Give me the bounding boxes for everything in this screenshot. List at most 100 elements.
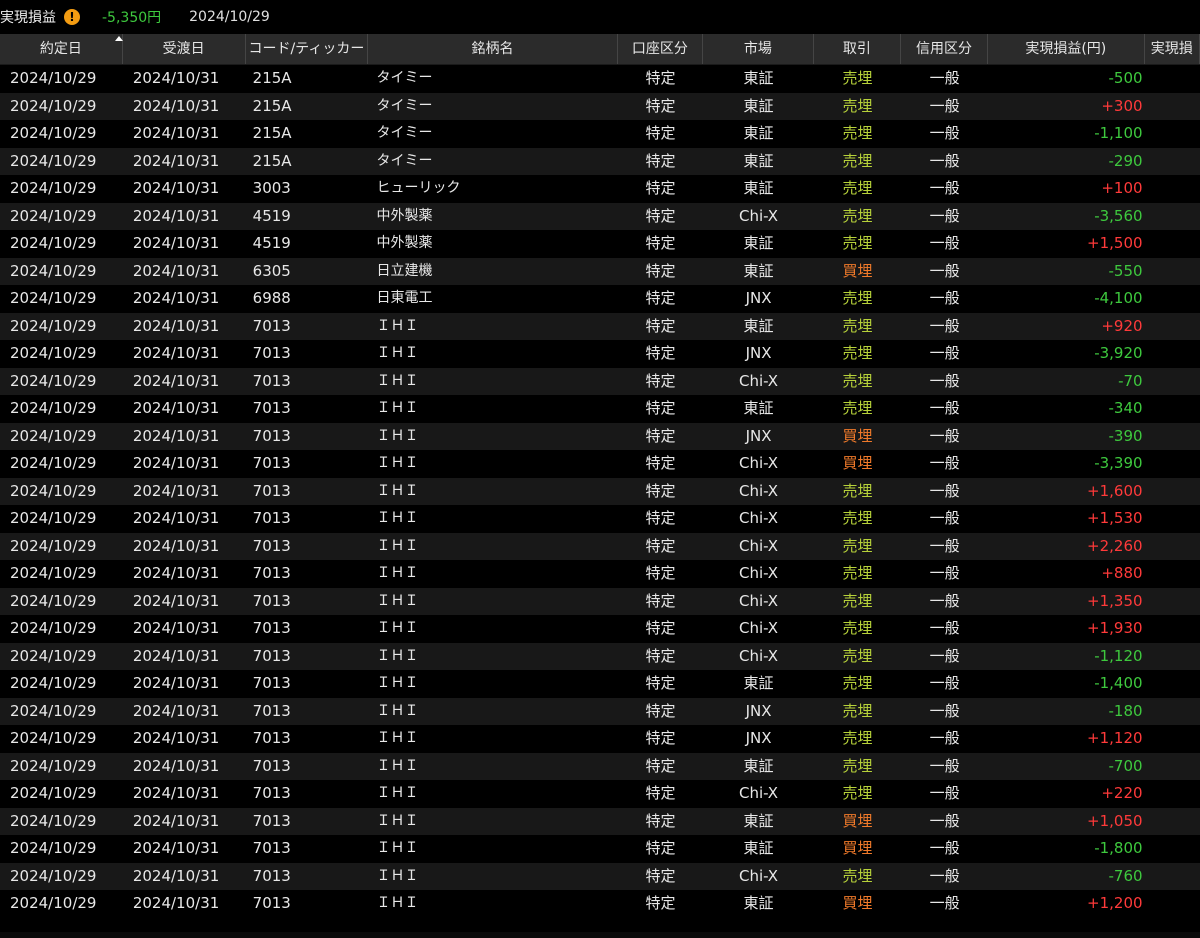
- table-row[interactable]: 2024/10/29 2024/10/31 215A タイミー 特定 東証 売埋 一般 -1,1…: [0, 120, 1200, 148]
- cell-account: 特定: [645, 591, 676, 610]
- cell-name: ＩＨＩ: [376, 592, 419, 609]
- cell-market: 東証: [743, 261, 774, 280]
- horizontal-scrollbar[interactable]: [0, 932, 1200, 938]
- table-row[interactable]: 2024/10/29 2024/10/31 215A タイミー 特定 東証 売埋 一般 -500: [0, 65, 1200, 93]
- table-row[interactable]: 2024/10/29 2024/10/31 7013 ＩＨＩ 特定 Chi-X 売埋 一般 +8…: [0, 560, 1200, 588]
- cell-trade: 売埋: [842, 179, 873, 197]
- table-row[interactable]: 2024/10/29 2024/10/31 6988 日東電工 特定 JNX 売埋 一般 -4,…: [0, 285, 1200, 313]
- cell-pnl: +220: [1101, 784, 1143, 802]
- cell-delivery-date: 2024/10/31: [132, 261, 220, 280]
- cell-trade-date: 2024/10/29: [10, 454, 97, 472]
- cell-market: 東証: [743, 811, 774, 830]
- cell-trade-date: 2024/10/29: [10, 261, 97, 280]
- table-row[interactable]: 2024/10/29 2024/10/31 6305 日立建機 特定 東証 買埋 一般 -550: [0, 257, 1200, 285]
- table-row[interactable]: 2024/10/29 2024/10/31 4519 中外製薬 特定 東証 売埋 一般 +1,5…: [0, 230, 1200, 258]
- table-row[interactable]: 2024/10/29 2024/10/31 7013 ＩＨＩ 特定 Chi-X 売埋 一般 -1…: [0, 642, 1200, 670]
- cell-market: Chi-X: [738, 619, 779, 637]
- cell-market: Chi-X: [738, 646, 779, 665]
- table-row[interactable]: 2024/10/29 2024/10/31 7013 ＩＨＩ 特定 Chi-X 売埋 一般 +1…: [0, 505, 1200, 533]
- cell-delivery-date: 2024/10/31: [132, 289, 220, 307]
- cell-account: 特定: [645, 894, 676, 912]
- table-row[interactable]: 2024/10/29 2024/10/31 7013 ＩＨＩ 特定 JNX 買埋 一般 -390: [0, 422, 1200, 450]
- cell-market: 東証: [743, 179, 774, 197]
- cell-delivery-date: 2024/10/31: [132, 69, 220, 87]
- column-header-account[interactable]: 口座区分: [618, 34, 703, 64]
- cell-code: 3003: [252, 179, 291, 197]
- cell-account: 特定: [645, 206, 676, 225]
- table-row[interactable]: 2024/10/29 2024/10/31 7013 ＩＨＩ 特定 Chi-X 売埋 一般 -7…: [0, 367, 1200, 395]
- cell-account: 特定: [645, 619, 676, 637]
- cell-trade-date: 2024/10/29: [10, 784, 97, 802]
- cell-delivery-date: 2024/10/31: [132, 591, 220, 610]
- table-row[interactable]: 2024/10/29 2024/10/31 7013 ＩＨＩ 特定 Chi-X 売埋 一般 +2…: [0, 532, 1200, 560]
- cell-account: 特定: [645, 646, 676, 665]
- table-row[interactable]: 2024/10/29 2024/10/31 7013 ＩＨＩ 特定 Chi-X 売埋 一般 -7…: [0, 862, 1200, 890]
- cell-trade: 売埋: [842, 316, 873, 335]
- table-row[interactable]: 2024/10/29 2024/10/31 7013 ＩＨＩ 特定 東証 売埋 一般 -700: [0, 752, 1200, 780]
- cell-credit: 一般: [929, 124, 960, 142]
- table-row[interactable]: 2024/10/29 2024/10/31 215A タイミー 特定 東証 売埋 一般 +300: [0, 92, 1200, 120]
- column-header-market[interactable]: 市場: [703, 34, 814, 64]
- table-row[interactable]: 2024/10/29 2024/10/31 7013 ＩＨＩ 特定 東証 買埋 一般 -1,80…: [0, 835, 1200, 863]
- cell-pnl: -3,390: [1094, 454, 1143, 472]
- summary-label: 実現損益: [0, 10, 56, 26]
- cell-delivery-date: 2024/10/31: [132, 454, 220, 472]
- column-header-trade-date[interactable]: 約定日: [0, 34, 123, 64]
- cell-credit: 一般: [929, 151, 960, 170]
- cell-trade: 売埋: [842, 784, 873, 802]
- table-row[interactable]: 2024/10/29 2024/10/31 215A タイミー 特定 東証 売埋 一般 -290: [0, 147, 1200, 175]
- cell-credit: 一般: [929, 481, 960, 500]
- table-row[interactable]: 2024/10/29 2024/10/31 7013 ＩＨＩ 特定 JNX 売埋 一般 -180: [0, 697, 1200, 725]
- table-row[interactable]: 2024/10/29 2024/10/31 7013 ＩＨＩ 特定 Chi-X 売埋 一般 +2…: [0, 780, 1200, 808]
- table-row[interactable]: 2024/10/29 2024/10/31 7013 ＩＨＩ 特定 東証 買埋 一般 +1,20…: [0, 890, 1200, 918]
- table-row[interactable]: 2024/10/29 2024/10/31 7013 ＩＨＩ 特定 JNX 売埋 一般 +1,1…: [0, 725, 1200, 753]
- column-header-credit[interactable]: 信用区分: [901, 34, 989, 64]
- cell-market: Chi-X: [738, 206, 779, 225]
- cell-pnl: +920: [1101, 316, 1143, 335]
- cell-credit: 一般: [929, 894, 960, 912]
- column-header-name[interactable]: 銘柄名: [368, 34, 618, 64]
- table-row[interactable]: 2024/10/29 2024/10/31 7013 ＩＨＩ 特定 東証 売埋 一般 +920: [0, 312, 1200, 340]
- cell-account: 特定: [645, 261, 676, 280]
- cell-account: 特定: [645, 426, 676, 445]
- table-row[interactable]: 2024/10/29 2024/10/31 7013 ＩＨＩ 特定 Chi-X 売埋 一般 +1…: [0, 587, 1200, 615]
- cell-delivery-date: 2024/10/31: [132, 481, 220, 500]
- cell-pnl: -390: [1108, 426, 1143, 445]
- cell-code: 215A: [252, 124, 292, 142]
- table-row[interactable]: 2024/10/29 2024/10/31 7013 ＩＨＩ 特定 JNX 売埋 一般 -3,9…: [0, 340, 1200, 368]
- table-row[interactable]: 2024/10/29 2024/10/31 7013 ＩＨＩ 特定 Chi-X 買埋 一般 -3…: [0, 450, 1200, 478]
- table-row[interactable]: 2024/10/29 2024/10/31 4519 中外製薬 特定 Chi-X 売埋 一般 -…: [0, 202, 1200, 230]
- column-header-pnl[interactable]: 実現損益(円): [988, 34, 1145, 64]
- column-header-trade[interactable]: 取引: [814, 34, 901, 64]
- cell-account: 特定: [645, 371, 676, 390]
- cell-credit: 一般: [929, 96, 960, 115]
- cell-pnl: +100: [1101, 179, 1143, 197]
- cell-delivery-date: 2024/10/31: [132, 564, 220, 582]
- table-row[interactable]: 2024/10/29 2024/10/31 7013 ＩＨＩ 特定 東証 売埋 一般 -340: [0, 395, 1200, 423]
- table-row[interactable]: 2024/10/29 2024/10/31 7013 ＩＨＩ 特定 東証 買埋 一般 +1,05…: [0, 807, 1200, 835]
- cell-trade: 売埋: [842, 344, 873, 362]
- cell-name: ＩＨＩ: [376, 620, 419, 636]
- cell-code: 7013: [252, 646, 291, 665]
- cell-credit: 一般: [929, 591, 960, 610]
- cell-trade-date: 2024/10/29: [10, 399, 97, 417]
- table-row[interactable]: 2024/10/29 2024/10/31 7013 ＩＨＩ 特定 Chi-X 売埋 一般 +1…: [0, 615, 1200, 643]
- table-row[interactable]: 2024/10/29 2024/10/31 3003 ヒューリック 特定 東証 売埋 一般 +1…: [0, 175, 1200, 203]
- table-row[interactable]: 2024/10/29 2024/10/31 7013 ＩＨＩ 特定 東証 売埋 一般 -1,40…: [0, 670, 1200, 698]
- cell-trade-date: 2024/10/29: [10, 646, 97, 665]
- cell-pnl: +2,260: [1087, 536, 1143, 555]
- cell-trade-date: 2024/10/29: [10, 619, 97, 637]
- table-body: 2024/10/29 2024/10/31 215A タイミー 特定 東証 売埋 一般 -500…: [0, 65, 1200, 938]
- cell-delivery-date: 2024/10/31: [132, 179, 220, 197]
- cell-name: ＩＨＩ: [376, 400, 419, 416]
- exclamation-circle-icon[interactable]: !: [64, 9, 80, 25]
- table-header: 約定日 受渡日 コード/ティッカー 銘柄名 口座区分 市場 取引 信用区分 実現損益(円) 実現損: [0, 34, 1200, 65]
- column-header-extra[interactable]: 実現損: [1145, 34, 1200, 64]
- column-header-code[interactable]: コード/ティッカー: [246, 34, 369, 64]
- cell-pnl: -340: [1108, 399, 1143, 417]
- column-header-delivery-date[interactable]: 受渡日: [123, 34, 246, 64]
- cell-market: Chi-X: [738, 536, 779, 555]
- cell-account: 特定: [645, 811, 676, 830]
- table-row[interactable]: 2024/10/29 2024/10/31 7013 ＩＨＩ 特定 Chi-X 売埋 一般 +1…: [0, 477, 1200, 505]
- cell-market: JNX: [745, 426, 772, 445]
